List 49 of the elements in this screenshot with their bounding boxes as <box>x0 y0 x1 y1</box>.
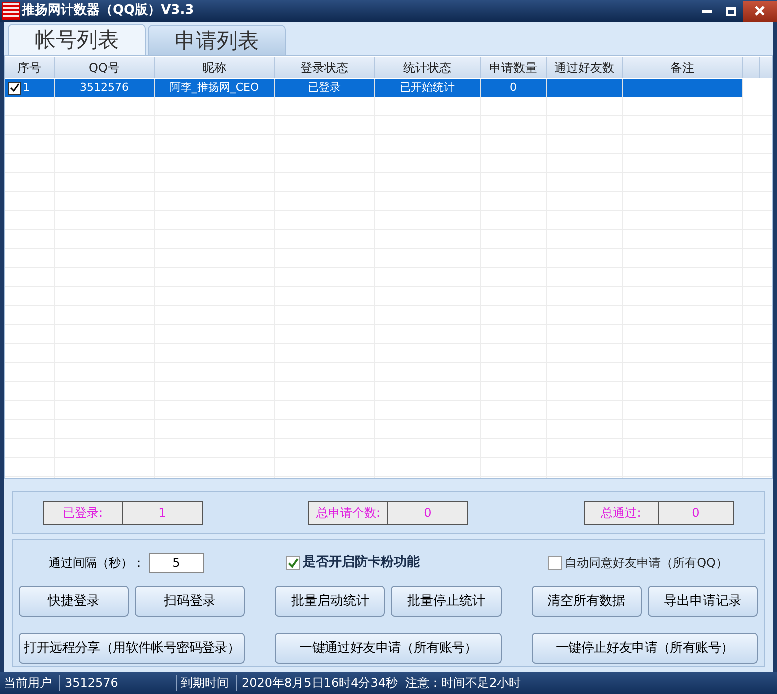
action-button[interactable]: 批量启动统计 <box>275 586 386 617</box>
tab[interactable]: 申请列表 <box>148 25 286 55</box>
status-value: 2020年8月5日16时4分34秒 注意：时间不足2小时 <box>241 675 522 691</box>
close-button[interactable] <box>743 0 777 22</box>
action-button[interactable]: 快捷登录 <box>19 586 130 617</box>
column-header[interactable]: 序号 <box>5 57 55 78</box>
option-label: 自动同意好友申请（所有QQ） <box>565 555 728 572</box>
stat-value: 1 <box>123 500 203 524</box>
column-header[interactable]: QQ号 <box>55 57 155 78</box>
close-icon <box>755 6 765 16</box>
stat-value: 0 <box>388 500 468 524</box>
interval-label: 通过间隔（秒）： <box>49 555 145 572</box>
table-cell-text: 0 <box>510 80 517 96</box>
maximize-icon <box>726 6 736 16</box>
column-header[interactable]: 通过好友数 <box>547 57 623 78</box>
table-row[interactable]: 1 3512576 阿李_推扬网_CEO 已登录 已开始统计 0 <box>5 79 743 97</box>
action-button[interactable]: 批量停止统计 <box>391 586 502 617</box>
option-checkbox[interactable] <box>286 556 300 570</box>
status-label: 当前用户 <box>0 675 60 691</box>
option-label: 是否开启防卡粉功能 <box>303 554 420 572</box>
action-button[interactable]: 导出申请记录 <box>648 586 758 617</box>
stat-value: 0 <box>658 500 734 524</box>
table-cell-text: 3512576 <box>80 80 129 96</box>
table-cell-text: 1 <box>23 80 30 96</box>
column-header[interactable]: 统计状态 <box>375 57 481 78</box>
action-button[interactable]: 打开远程分享（用软件帐号密码登录） <box>19 633 246 664</box>
tab[interactable]: 帐号列表 <box>8 24 146 55</box>
table-cell-text: 阿李_推扬网_CEO <box>170 80 260 96</box>
column-header[interactable]: 申请数量 <box>481 57 547 78</box>
column-header[interactable]: 登录状态 <box>275 57 375 78</box>
stat-label: 总通过: <box>584 500 659 524</box>
column-header[interactable]: 昵称 <box>155 57 275 78</box>
option-checkbox[interactable] <box>548 556 562 570</box>
table-cell-text: 已登录 <box>308 80 341 96</box>
action-button[interactable]: 清空所有数据 <box>532 586 642 617</box>
app-logo-icon <box>2 2 20 20</box>
table-cell-text: 已开始统计 <box>400 80 455 96</box>
stat-label: 已登录: <box>43 500 123 524</box>
stat-label: 总申请个数: <box>308 500 388 524</box>
interval-field[interactable]: 5 <box>149 553 204 573</box>
action-button[interactable]: 一键通过好友申请（所有账号） <box>275 633 502 664</box>
row-checkbox[interactable] <box>8 82 21 94</box>
action-button[interactable]: 扫码登录 <box>135 586 246 617</box>
status-label: 到期时间 <box>177 675 237 691</box>
minimize-icon <box>702 10 712 12</box>
status-value: 3512576 <box>60 675 177 691</box>
action-button[interactable]: 一键停止好友申请（所有账号） <box>532 633 758 664</box>
window-title: 推扬网计数器（QQ版）V3.3 <box>22 2 194 20</box>
column-header[interactable]: 备注 <box>623 57 743 78</box>
